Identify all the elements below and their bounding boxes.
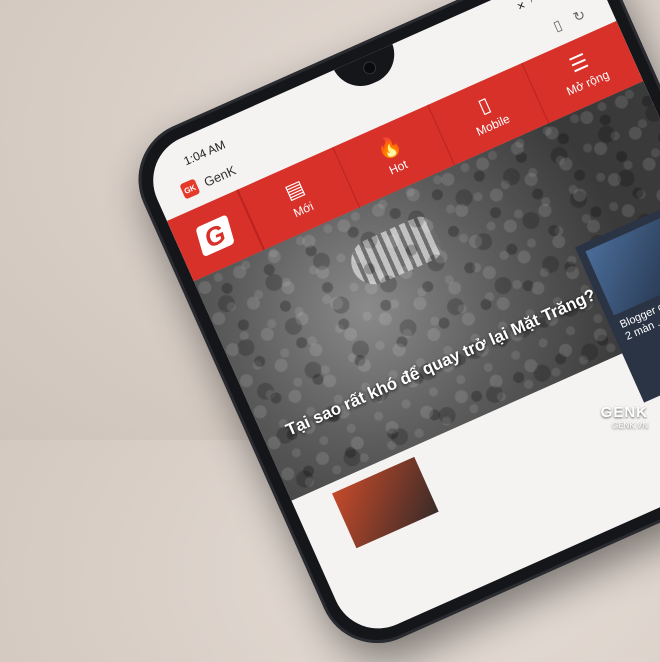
reload-icon[interactable]: ↻ [570,5,588,25]
phone-screen: 1:04 AM ✕ ◠ 27 GK GenK ▯ ↻ G ▤ Mới [138,0,660,644]
document-icon: ▤ [281,176,309,205]
footprint-image [343,212,445,292]
watermark-brand: GENK [600,404,648,421]
browser-actions: ▯ ↻ [551,5,588,34]
phone: 1:04 AM ✕ ◠ 27 GK GenK ▯ ↻ G ▤ Mới [120,0,660,662]
signal-icon: ✕ [515,0,528,14]
nav-label: Mở rộng [564,67,612,99]
menu-icon: ☰ [566,50,592,78]
watermark-url: GENK.VN [611,421,648,430]
reader-mode-icon[interactable]: ▯ [551,16,565,35]
nav-label: Mobile [474,111,513,139]
site-name: GenK [201,162,238,190]
phone-icon: ▯ [474,93,494,119]
wifi-icon: ◠ [528,0,541,8]
battery-icon: 27 [541,0,565,2]
nav-label: Hot [386,157,410,178]
logo-mark: G [195,214,235,258]
watermark: GENK GENK.VN [601,404,648,430]
site-favicon-icon: GK [179,178,201,200]
